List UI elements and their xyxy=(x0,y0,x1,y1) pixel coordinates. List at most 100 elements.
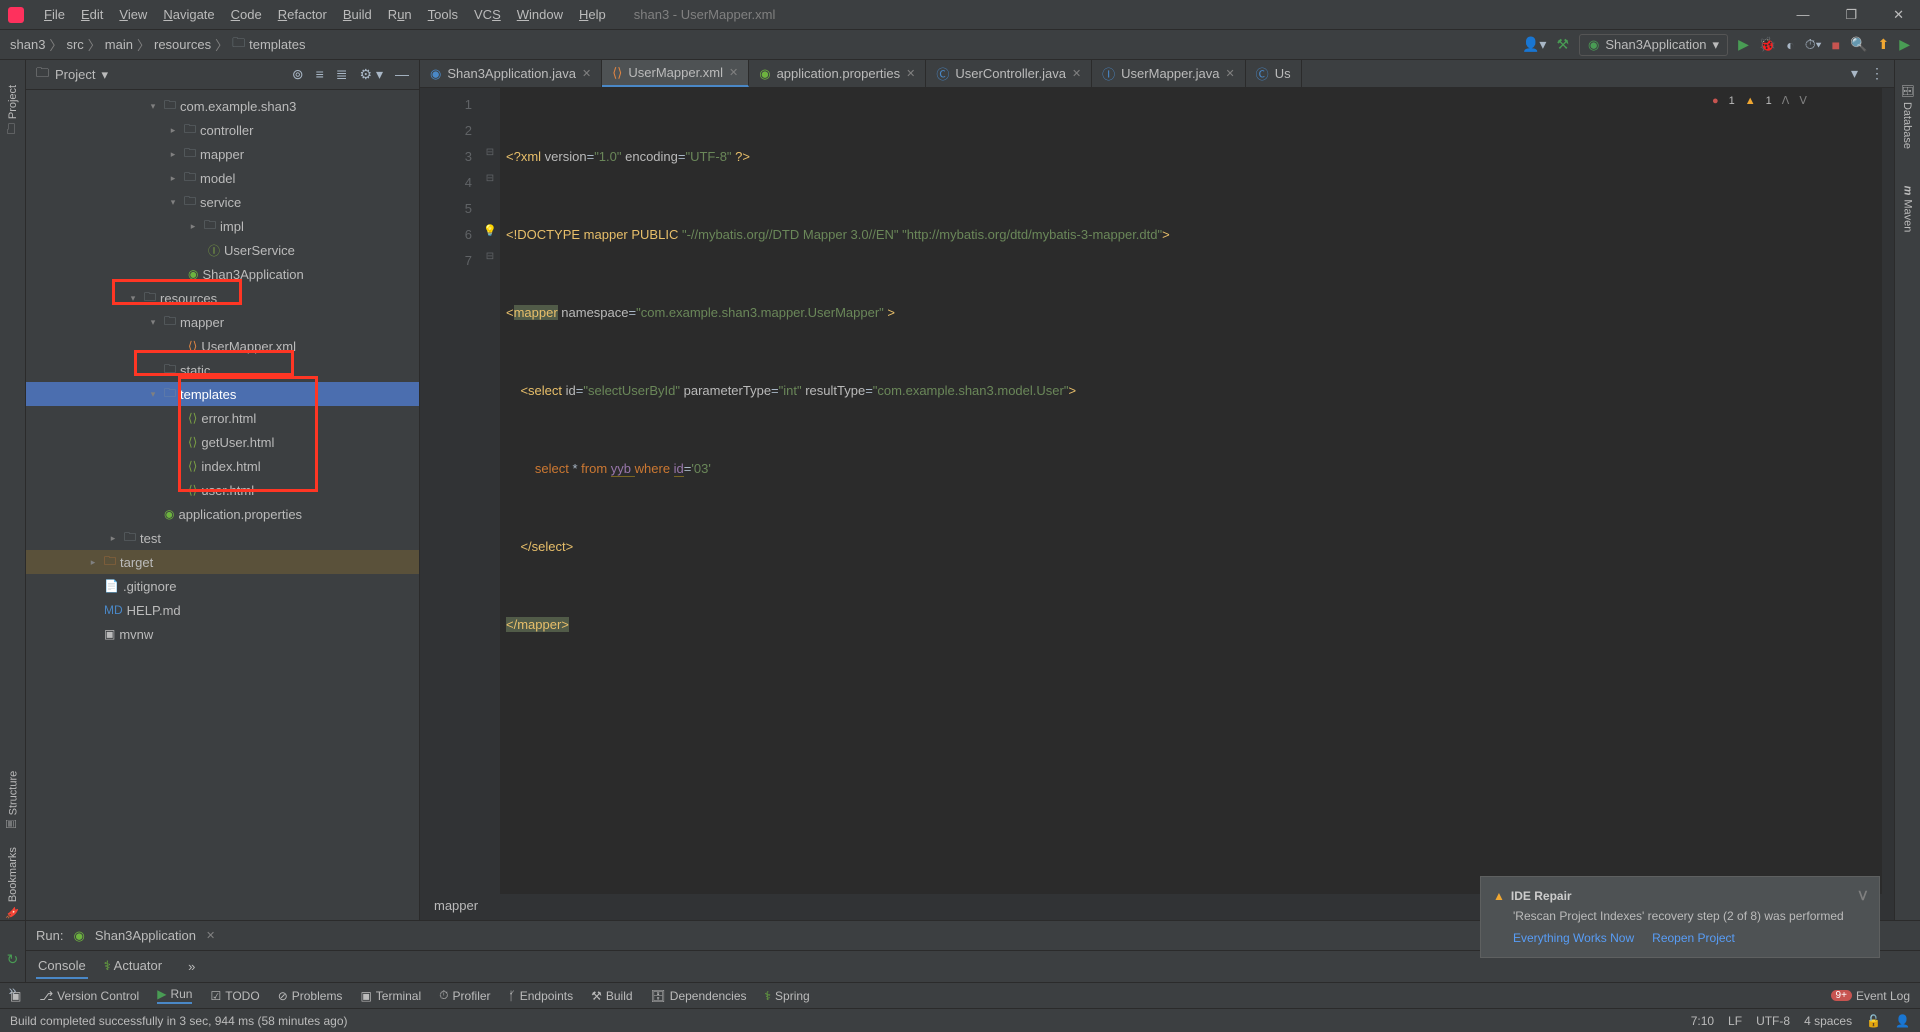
user-icon[interactable]: 👤▾ xyxy=(1522,36,1546,53)
code-editor[interactable]: <?xml version="1.0" encoding="UTF-8" ?> … xyxy=(500,88,1882,894)
dropdown-icon[interactable]: ▾ xyxy=(1851,65,1858,82)
run-tab-actuator[interactable]: ⚕ Actuator xyxy=(102,954,164,978)
notif-action-reopen[interactable]: Reopen Project xyxy=(1652,931,1735,945)
menu-file[interactable]: File xyxy=(36,3,73,26)
breadcrumb-item[interactable]: src xyxy=(66,37,83,52)
tab-usermapper-xml[interactable]: ⟨⟩UserMapper.xml✕ xyxy=(602,60,749,87)
tool-todo[interactable]: ☑ TODO xyxy=(210,989,259,1003)
more-icon[interactable]: ⋮ xyxy=(1870,65,1884,82)
error-stripe[interactable]: ●1 ▲1 ᐱᐯ xyxy=(1882,88,1894,894)
tree-folder-templates[interactable]: ▾🗀templates xyxy=(26,382,419,406)
collapse-icon[interactable]: ≣ xyxy=(336,66,348,83)
search-icon[interactable]: 🔍 xyxy=(1850,36,1867,53)
show-tools-icon[interactable]: ▣ xyxy=(10,989,21,1003)
notif-action-works[interactable]: Everything Works Now xyxy=(1513,931,1634,945)
line-separator[interactable]: LF xyxy=(1728,1014,1742,1028)
close-icon[interactable]: ✕ xyxy=(582,67,591,80)
menu-refactor[interactable]: Refactor xyxy=(270,3,335,26)
menu-edit[interactable]: Edit xyxy=(73,3,111,26)
settings-icon[interactable]: ⚙ ▾ xyxy=(360,66,383,83)
breadcrumb-item[interactable]: main xyxy=(105,37,133,52)
breadcrumb-item[interactable]: templates xyxy=(249,37,305,52)
tree-folder-resources[interactable]: ▾🗀resources xyxy=(26,286,419,310)
tree-folder-mapper[interactable]: ▸🗀mapper xyxy=(26,142,419,166)
tool-event-log[interactable]: 9+ Event Log xyxy=(1831,989,1910,1003)
run-tab-console[interactable]: Console xyxy=(36,954,88,979)
cursor-position[interactable]: 7:10 xyxy=(1691,1014,1714,1028)
tree-file-mvnw[interactable]: ▣mvnw xyxy=(26,622,419,646)
hide-panel-icon[interactable]: — xyxy=(395,66,409,83)
close-icon[interactable]: ✕ xyxy=(729,66,738,79)
panel-title[interactable]: 🗀 Project ▾ xyxy=(36,64,108,86)
profiler-icon[interactable]: ⏱▾ xyxy=(1805,36,1822,53)
tree-file-getuser-html[interactable]: ⟨⟩getUser.html xyxy=(26,430,419,454)
menu-help[interactable]: Help xyxy=(571,3,614,26)
stop-button-icon[interactable]: ■ xyxy=(1832,37,1840,53)
tree-folder-mapper-dir[interactable]: ▾🗀mapper xyxy=(26,310,419,334)
inspection-icon[interactable]: 👤 xyxy=(1895,1014,1910,1028)
tree-file-usermapper-xml[interactable]: ⟨⟩UserMapper.xml xyxy=(26,334,419,358)
tool-spring[interactable]: ⚕ Spring xyxy=(765,989,810,1003)
close-icon[interactable]: ✕ xyxy=(206,929,215,942)
tab-application-properties[interactable]: ◉application.properties✕ xyxy=(749,60,926,87)
tool-build[interactable]: ⚒ Build xyxy=(591,989,632,1003)
debug-button-icon[interactable]: 🐞 xyxy=(1759,36,1776,53)
hammer-icon[interactable]: ⚒ xyxy=(1556,36,1569,53)
tree-file-user-html[interactable]: ⟨⟩user.html xyxy=(26,478,419,502)
tree-folder-impl[interactable]: ▸🗀impl xyxy=(26,214,419,238)
sidetab-database[interactable]: 🗄Database xyxy=(1901,84,1914,149)
file-encoding[interactable]: UTF-8 xyxy=(1756,1014,1790,1028)
tool-vcs[interactable]: ⎇ Version Control xyxy=(39,989,139,1003)
tree-file-help-md[interactable]: MDHELP.md xyxy=(26,598,419,622)
tool-run[interactable]: ▶ Run xyxy=(157,987,192,1004)
sidetab-structure[interactable]: 🗏Structure xyxy=(3,771,22,829)
sidetab-bookmarks[interactable]: 🔖Bookmarks xyxy=(6,847,19,920)
tool-terminal[interactable]: ▣ Terminal xyxy=(360,989,421,1003)
tree-file-app-properties[interactable]: ◉application.properties xyxy=(26,502,419,526)
expand-icon[interactable]: ≡ xyxy=(316,66,324,83)
tree-file-error-html[interactable]: ⟨⟩error.html xyxy=(26,406,419,430)
run-button-icon[interactable]: ▶ xyxy=(1738,36,1749,53)
breadcrumb-item[interactable]: shan3 xyxy=(10,37,45,52)
tree-file-index-html[interactable]: ⟨⟩index.html xyxy=(26,454,419,478)
menu-vcs[interactable]: VCS xyxy=(466,3,509,26)
maximize-button[interactable]: ❐ xyxy=(1837,3,1865,27)
tree-file-gitignore[interactable]: 📄.gitignore xyxy=(26,574,419,598)
sidetab-maven[interactable]: mMaven xyxy=(1902,186,1914,233)
close-button[interactable]: ✕ xyxy=(1885,3,1912,27)
sidetab-project[interactable]: 🗀Project xyxy=(3,85,22,134)
tab-usercontroller[interactable]: ⒸUserController.java✕ xyxy=(926,60,1092,87)
close-icon[interactable]: ✕ xyxy=(906,67,915,80)
tool-endpoints[interactable]: ᚶ Endpoints xyxy=(509,989,574,1003)
tool-profiler[interactable]: ⏱ Profiler xyxy=(439,988,490,1003)
indent-info[interactable]: 4 spaces xyxy=(1804,1014,1852,1028)
tool-problems[interactable]: ⊘ Problems xyxy=(278,989,343,1003)
coverage-icon[interactable]: ◐ xyxy=(1786,37,1794,53)
tab-truncated[interactable]: ⒸUs xyxy=(1246,60,1302,87)
close-icon[interactable]: ✕ xyxy=(1072,67,1081,80)
tree-folder-controller[interactable]: ▸🗀controller xyxy=(26,118,419,142)
close-icon[interactable]: ✕ xyxy=(1225,67,1234,80)
tree-file-userservice[interactable]: ⒾUserService xyxy=(26,238,419,262)
tree-folder-target[interactable]: ▸🗀target xyxy=(26,550,419,574)
locate-icon[interactable]: ⊚ xyxy=(292,66,304,83)
sync-icon[interactable]: ⬆ xyxy=(1877,36,1889,53)
play-green-icon[interactable]: ▶ xyxy=(1899,36,1910,53)
minimize-button[interactable]: ― xyxy=(1788,3,1817,27)
readonly-icon[interactable]: 🔓 xyxy=(1866,1014,1881,1028)
tree-folder-model[interactable]: ▸🗀model xyxy=(26,166,419,190)
breadcrumb-item[interactable]: resources xyxy=(154,37,211,52)
chevron-down-icon[interactable]: ᐯ xyxy=(1859,889,1867,903)
tab-shan3application[interactable]: ◉Shan3Application.java✕ xyxy=(420,60,602,87)
tree-package[interactable]: ▾🗀com.example.shan3 xyxy=(26,94,419,118)
tree-folder-test[interactable]: ▸🗀test xyxy=(26,526,419,550)
rerun-icon[interactable]: ↻ xyxy=(7,951,19,968)
menu-window[interactable]: Window xyxy=(509,3,571,26)
menu-tools[interactable]: Tools xyxy=(420,3,466,26)
run-config-selector[interactable]: ◉Shan3Application▾ xyxy=(1579,34,1728,56)
tree-folder-static[interactable]: 🗀static xyxy=(26,358,419,382)
tree-folder-service[interactable]: ▾🗀service xyxy=(26,190,419,214)
project-tree[interactable]: ▾🗀com.example.shan3 ▸🗀controller ▸🗀mappe… xyxy=(26,90,419,920)
menu-navigate[interactable]: Navigate xyxy=(155,3,222,26)
tree-file-shan3app[interactable]: ◉Shan3Application xyxy=(26,262,419,286)
